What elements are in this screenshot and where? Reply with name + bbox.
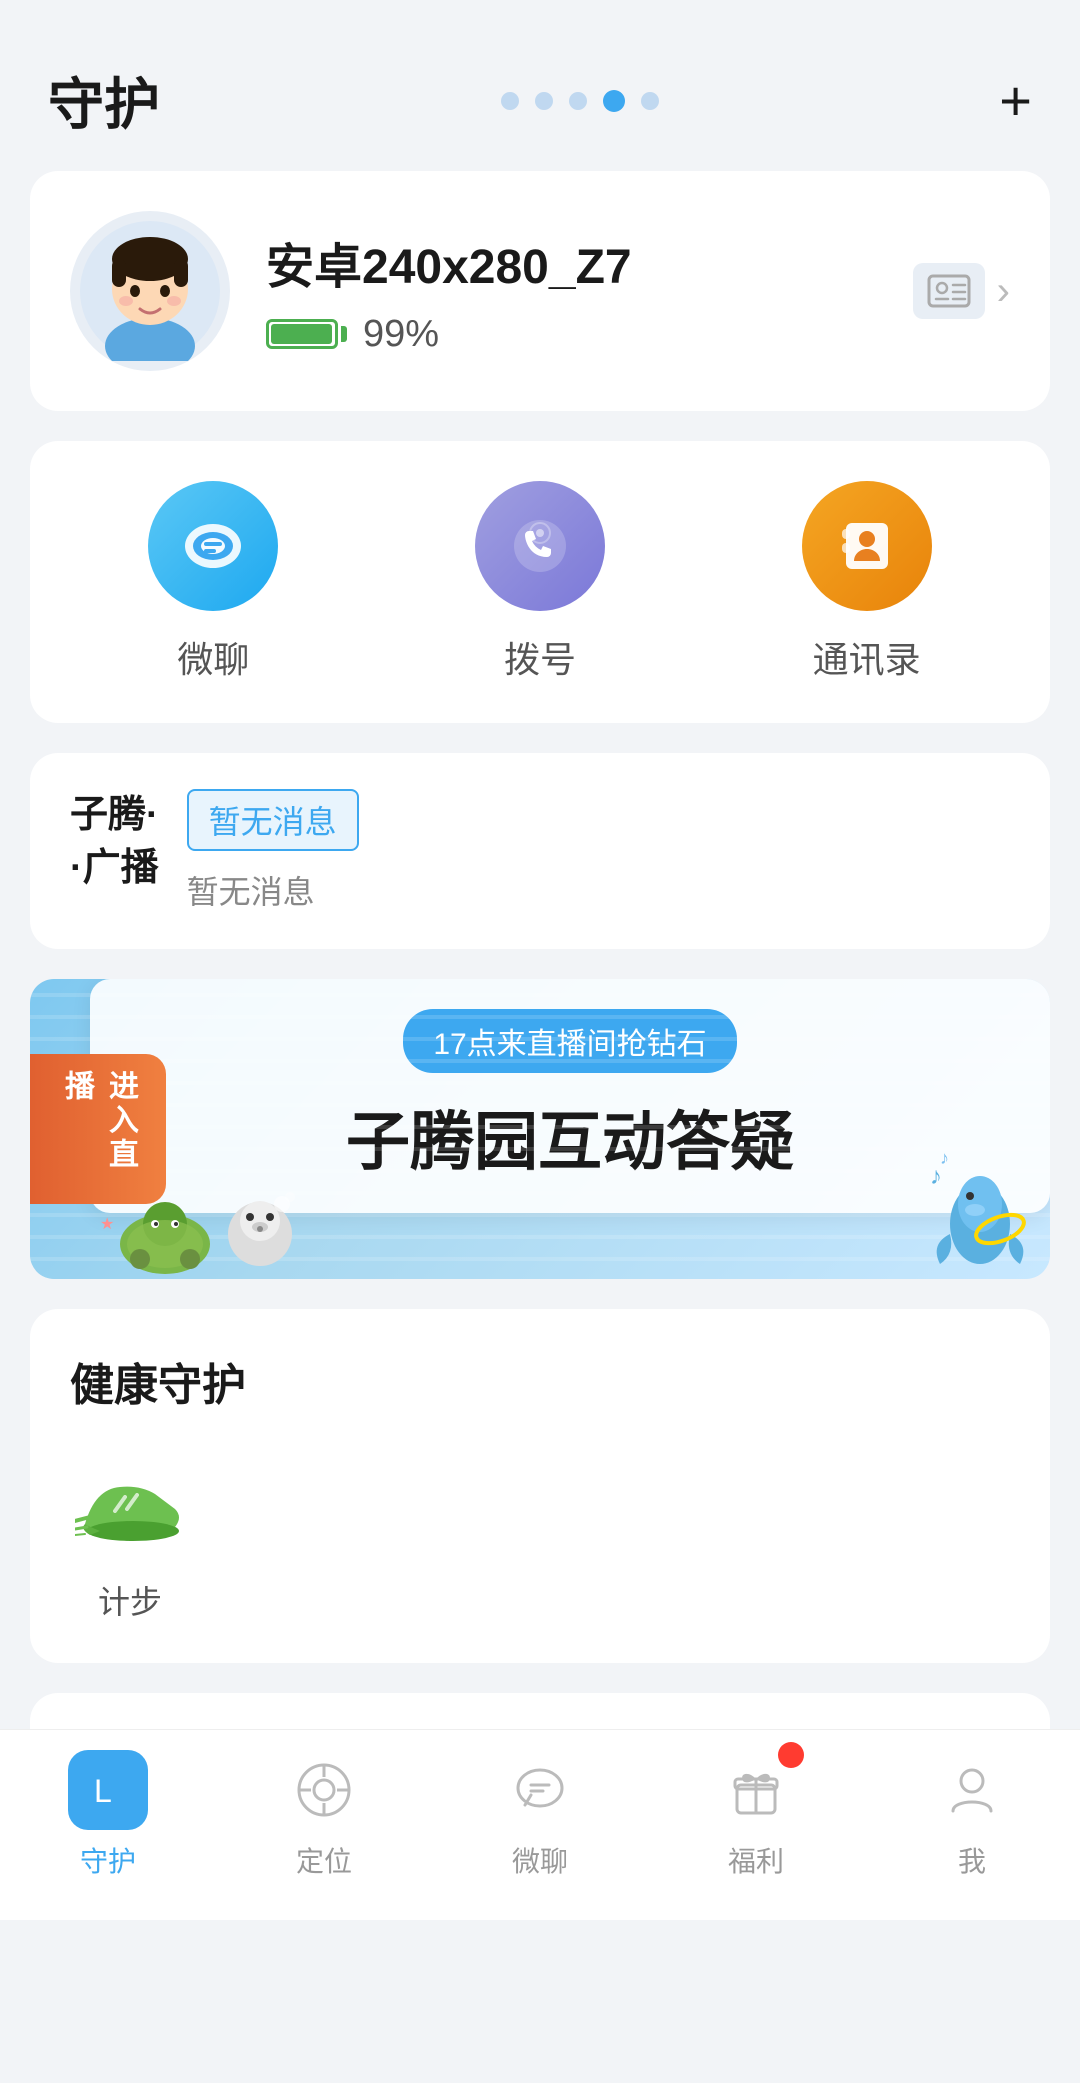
broadcast-card: 子腾· ·广播 暂无消息 暂无消息 <box>30 753 1050 949</box>
banner[interactable]: ★ ★ 进入直播 17点来直播间抢钻石 子腾园互动答疑 <box>30 979 1050 1279</box>
shortcut-contacts[interactable]: 通讯录 <box>802 481 932 683</box>
profile-action[interactable]: › <box>913 263 1010 319</box>
contacts-icon-wrap <box>802 481 932 611</box>
svg-text:★: ★ <box>100 1216 114 1233</box>
shortcut-call[interactable]: 拨号 <box>475 481 605 683</box>
profile-info: 安卓240x280_Z7 99% <box>266 227 877 356</box>
chevron-right-icon: › <box>997 269 1010 314</box>
battery-row: 99% <box>266 313 877 356</box>
profile-card: 安卓240x280_Z7 99% <box>30 171 1050 411</box>
shortcut-call-label: 拨号 <box>504 631 576 683</box>
profile-name: 安卓240x280_Z7 <box>266 227 877 297</box>
call-icon-wrap <box>475 481 605 611</box>
shortcuts-card: 微聊 拨号 通讯录 <box>30 441 1050 723</box>
nav-location-label: 定位 <box>296 1840 352 1880</box>
broadcast-badge: 暂无消息 <box>187 789 359 851</box>
broadcast-content: 暂无消息 暂无消息 <box>187 789 1010 913</box>
banner-animals-right: ♪ ♪ <box>920 1134 1040 1279</box>
shoe-icon <box>75 1449 185 1559</box>
id-card-icon <box>913 263 985 319</box>
nav-welfare-icon-wrap <box>716 1750 796 1830</box>
step-counter-item[interactable]: 计步 <box>70 1449 190 1623</box>
avatar <box>70 211 230 371</box>
add-button[interactable]: + <box>999 68 1032 133</box>
battery-tip <box>341 326 347 342</box>
chat-icon-wrap <box>148 481 278 611</box>
page-dots <box>501 90 659 112</box>
shortcut-chat-label: 微聊 <box>177 631 249 683</box>
broadcast-title: 子腾· ·广播 <box>70 789 159 895</box>
nav-me-label: 我 <box>958 1840 986 1880</box>
nav-location-icon-wrap <box>284 1750 364 1830</box>
health-items: 计步 <box>70 1449 1010 1623</box>
nav-chat-label: 微聊 <box>512 1840 568 1880</box>
nav-guard-icon-wrap: L <box>68 1750 148 1830</box>
page-title: 守护 <box>48 60 160 141</box>
nav-item-me[interactable]: 我 <box>932 1750 1012 1880</box>
nav-item-chat[interactable]: 微聊 <box>500 1750 580 1880</box>
step-counter-label: 计步 <box>98 1577 162 1623</box>
shortcut-chat[interactable]: 微聊 <box>148 481 278 683</box>
shortcut-contacts-label: 通讯录 <box>813 631 921 683</box>
nav-chat-icon-wrap <box>500 1750 580 1830</box>
broadcast-sub: 暂无消息 <box>187 867 1010 913</box>
header: 守护 + <box>0 0 1080 171</box>
battery-fill <box>271 324 332 344</box>
dot-4-active <box>603 90 625 112</box>
nav-guard-label: 守护 <box>80 1840 136 1880</box>
nav-item-welfare[interactable]: 福利 <box>716 1750 796 1880</box>
health-card: 健康守护 计步 <box>30 1309 1050 1663</box>
battery-icon <box>266 319 347 349</box>
bottom-nav: L 守护 定位 微聊 <box>0 1729 1080 1920</box>
welfare-badge <box>778 1742 804 1768</box>
dot-2 <box>535 92 553 110</box>
svg-text:♪: ♪ <box>940 1148 949 1168</box>
battery-body <box>266 319 338 349</box>
battery-percent: 99% <box>363 313 439 356</box>
nav-welfare-label: 福利 <box>728 1840 784 1880</box>
nav-item-guard[interactable]: L 守护 <box>68 1750 148 1880</box>
svg-text:L: L <box>94 1773 112 1809</box>
nav-item-location[interactable]: 定位 <box>284 1750 364 1880</box>
dot-5 <box>641 92 659 110</box>
health-title: 健康守护 <box>70 1349 1010 1413</box>
nav-me-icon-wrap <box>932 1750 1012 1830</box>
dot-3 <box>569 92 587 110</box>
dot-1 <box>501 92 519 110</box>
banner-live-button[interactable]: 进入直播 <box>30 1054 166 1204</box>
